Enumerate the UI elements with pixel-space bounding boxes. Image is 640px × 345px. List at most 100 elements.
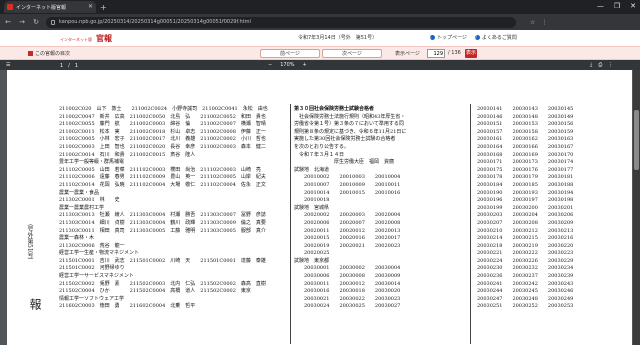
- text-line: 20030210 20030212 20030213: [477, 227, 574, 234]
- issue-number-vertical: （号外第51号）: [26, 220, 33, 264]
- text-line: 20030171 20030173 20030174: [477, 159, 574, 166]
- text-line: 試験地 北海道: [294, 166, 330, 173]
- text-line: 211501C0002 河野帰ゆり: [59, 265, 125, 272]
- url-text: kanpou.npb.go.jp/20250314/20250314g00051…: [59, 19, 251, 25]
- text-line: 211303C0013 牡瀬 綾人 211303C0004 村瀬 勝吾 2113…: [59, 212, 266, 219]
- minimize-button[interactable]: —: [597, 2, 604, 10]
- passers-list-right: 20030141 20030143 20030145 20030146 20030…: [477, 106, 573, 311]
- text-line: 211002C020 山下 敦士 211002C0024 小野寺誠司 21100…: [59, 106, 268, 112]
- gazette-mark-1: 報: [28, 298, 42, 310]
- text-line: 20030247 20030248 20030249: [477, 295, 574, 302]
- text-line: 20030203 20030204 20030206: [477, 212, 574, 219]
- text-line: 20030146 20030148 20030149: [477, 113, 574, 120]
- pdf-right-tools: ⤓ ⎙ ⋮: [590, 62, 613, 68]
- text-line: 211102C0014 花岡 弘暁 211102C0004 大場 敬仁 2111…: [59, 181, 266, 188]
- page-navigation-bar: この官報の目次 前ページ 次ページ 表示ページ 129 / 136 表示: [0, 46, 640, 60]
- text-line: 20020015 20020016 20020017: [294, 235, 401, 242]
- text-line: 211002C0005 小林 宏子 211002C0017 北川 義雄 2110…: [59, 136, 266, 143]
- prev-page-label: 前ページ: [280, 51, 300, 57]
- pdf-toolbar: ☰ 1 / 1 − 170% + ⤓ ⎙ ⋮: [0, 60, 640, 70]
- tab-close-icon[interactable]: ✕: [88, 4, 93, 10]
- back-button[interactable]: ←: [4, 18, 12, 26]
- text-line: 20030230 20030232 20030234: [477, 265, 574, 272]
- pdf-menu-icon[interactable]: ☰: [6, 62, 10, 68]
- site-logo-title: 官報: [96, 33, 112, 43]
- zoom-level[interactable]: 170%: [280, 62, 294, 68]
- text-line: 20030006 20030008 20030009: [294, 273, 401, 280]
- text-line: 経営工学一サービスマネジメント: [59, 273, 134, 280]
- text-line: 20030016 20030018 20030020: [294, 288, 401, 295]
- browser-toolbar-icons: ☆ ⋮: [530, 19, 547, 26]
- text-line: 農業一農業・食品: [59, 189, 100, 196]
- text-line: 20030199 20030200 20030201: [477, 204, 574, 211]
- download-icon[interactable]: ⤓: [590, 62, 592, 68]
- text-line: 20010007 20010009 20010011: [294, 181, 401, 188]
- column-divider-1: [290, 104, 291, 344]
- pdf-more-icon[interactable]: ⋮: [608, 62, 613, 68]
- maximize-button[interactable]: ❐: [614, 2, 620, 10]
- text-line: 20030218 20030219 20030220: [477, 242, 574, 249]
- next-page-button[interactable]: 次ページ: [322, 49, 382, 58]
- text-line: 20030241 20030242 20030243: [477, 280, 574, 287]
- go-button[interactable]: 表示: [465, 49, 477, 58]
- browser-tab-strip: インターネット版官報 ✕ + — ❐ ✕: [0, 0, 640, 14]
- faq-label: よくあるご質問: [481, 35, 517, 41]
- pdf-page: （号外第51号） 報 211002C020 山下 敦士 211002C0024 …: [7, 70, 632, 345]
- text-line: 20010014 20010015 20010016: [294, 189, 401, 196]
- next-page-label: 次ページ: [342, 51, 362, 57]
- text-line: 20030157 20030158 20030159: [477, 128, 574, 135]
- print-icon[interactable]: ⎙: [598, 62, 602, 68]
- question-icon: ?: [474, 35, 480, 40]
- top-page-link[interactable]: › トップページ: [430, 34, 467, 41]
- top-page-label: トップページ: [437, 35, 467, 41]
- text-line: 20030021 20030022 20030023: [294, 295, 401, 302]
- scrollbar-thumb[interactable]: [634, 110, 639, 170]
- text-line: 第３０回社会保険労務士試験合格者: [294, 106, 375, 112]
- toc-label: この官報の目次: [35, 51, 71, 57]
- home-icon: ›: [430, 35, 435, 40]
- forward-button[interactable]: →: [18, 18, 26, 26]
- site-logo-subtitle: インターネット版: [60, 37, 92, 42]
- reload-button[interactable]: ↻: [32, 18, 40, 26]
- text-line: 20030224 20030226 20030229: [477, 257, 574, 264]
- faq-link[interactable]: ? よくあるご質問: [474, 34, 517, 41]
- text-line: 20030244 20030245 20030246: [477, 288, 574, 295]
- passers-list-left: 211002C020 山下 敦士 211002C0024 小野寺誠司 21100…: [59, 106, 268, 311]
- text-line: 20030011 20030012 20030014: [294, 280, 401, 287]
- browser-menu-icon[interactable]: ⋮: [541, 19, 547, 26]
- site-logo[interactable]: インターネット版 官報: [60, 33, 112, 44]
- tab-title: インターネット版官報: [16, 4, 67, 11]
- text-line: 20010002 20010003 20010004: [294, 174, 401, 181]
- text-line: 20030164 20030166 20030167: [477, 143, 574, 150]
- zoom-in-button[interactable]: +: [303, 62, 307, 68]
- text-line: 農業一森林・木: [59, 235, 95, 242]
- toc-link[interactable]: この官報の目次: [28, 50, 70, 57]
- browser-tab[interactable]: インターネット版官報 ✕: [4, 1, 96, 13]
- vertical-scrollbar[interactable]: [633, 70, 640, 345]
- address-bar[interactable]: kanpou.npb.go.jp/20250314/20250314g00051…: [46, 16, 516, 28]
- text-line: 20020006 20020007 20020008: [294, 219, 401, 226]
- column-divider-2: [470, 104, 471, 344]
- text-line: 211303C0011 相田 真司 211303C0005 工藤 雅明 2113…: [59, 227, 266, 234]
- text-line: 211002C0003 上田 智也 211002C0020 長谷 幸彦 2110…: [59, 143, 266, 150]
- text-line: 20020025: [294, 250, 330, 257]
- pdf-page-indicator[interactable]: 1 / 1: [60, 62, 78, 69]
- new-tab-button[interactable]: +: [100, 3, 107, 12]
- page-total: / 136: [448, 50, 461, 56]
- text-line: 211502C0004 ひか 211502C0004 高橋 道人 211502C…: [59, 288, 251, 295]
- text-line: 労働省令第１号）第３条の７において準用する同: [294, 121, 404, 128]
- text-line: 211602C0003 徳田 勇 211602C0004 北乗 哲平: [59, 303, 196, 310]
- issue-date: 令和7年3月14日（号外 第51号）: [298, 35, 378, 41]
- text-line: 211302C0001 林 史: [59, 197, 120, 204]
- text-line: 20030151 20030153 20030156: [477, 121, 574, 128]
- pdf-viewer[interactable]: （号外第51号） 報 211002C020 山下 敦士 211002C0024 …: [0, 70, 640, 345]
- zoom-out-button[interactable]: −: [268, 62, 272, 68]
- text-line: 経営工学一生産・物流マネジメント: [59, 250, 140, 257]
- page-number-input[interactable]: 129: [427, 49, 445, 58]
- prev-page-button[interactable]: 前ページ: [260, 49, 320, 58]
- close-window-button[interactable]: ✕: [630, 2, 636, 10]
- text-line: 20030001 20030002 20030004: [294, 265, 401, 272]
- text-line: 実施した第30回社会保険労務士試験の合格者: [294, 136, 396, 143]
- bookmark-star-icon[interactable]: ☆: [530, 19, 535, 26]
- text-line: 20030251 20030252 20030253: [477, 303, 574, 310]
